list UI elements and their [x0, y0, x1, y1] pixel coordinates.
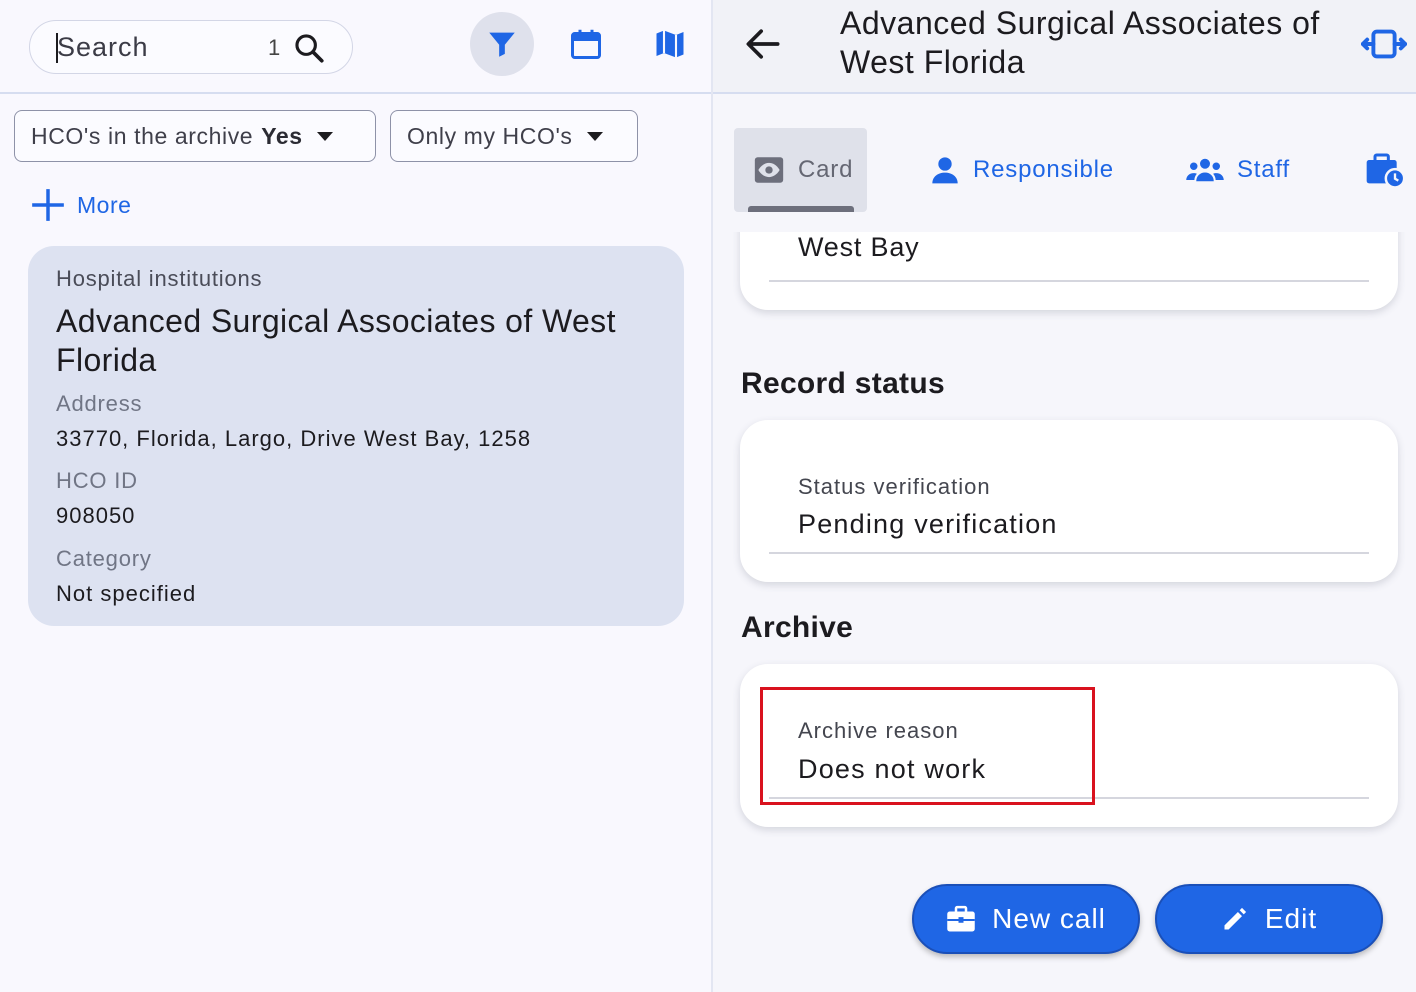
- detail-tabs: Card Responsible Staff: [713, 96, 1416, 232]
- back-arrow-icon[interactable]: [741, 22, 785, 66]
- address-label: Address: [56, 391, 143, 416]
- plus-icon: [32, 189, 64, 221]
- field-underline: [769, 552, 1369, 554]
- edit-label: Edit: [1264, 903, 1318, 934]
- hco-name: Advanced Surgical Associates of West Flo…: [56, 303, 616, 378]
- hco-id-label: HCO ID: [56, 468, 138, 493]
- my-hco-filter-dropdown[interactable]: Only my HCO's: [390, 110, 638, 162]
- list-pane: 1 HCO's in the archive Yes Only my HCO's…: [0, 0, 712, 992]
- filter-button[interactable]: [470, 12, 534, 76]
- list-header: 1: [0, 0, 712, 94]
- address-street-value: West Bay: [798, 232, 920, 262]
- address-value: 33770, Florida, Largo, Drive West Bay, 1…: [56, 426, 532, 451]
- filter-icon: [489, 32, 515, 57]
- archive-filter-value: Yes: [261, 122, 303, 149]
- search-icon[interactable]: [292, 31, 326, 65]
- tab-visits[interactable]: [1365, 128, 1416, 212]
- group-icon: [1186, 158, 1224, 182]
- dropdown-arrow-icon: [316, 131, 333, 141]
- tab-staff[interactable]: Staff: [1185, 128, 1290, 212]
- category-label: Category: [56, 546, 152, 571]
- briefcase-icon: [947, 905, 975, 932]
- detail-pane: Advanced Surgical Associates of West Flo…: [713, 0, 1416, 992]
- active-tab-indicator: [748, 206, 854, 212]
- pencil-icon: [1224, 907, 1246, 930]
- dropdown-arrow-icon: [586, 131, 603, 141]
- status-verification-label: Status verification: [798, 474, 991, 499]
- hco-type: Hospital institutions: [56, 266, 263, 291]
- category-value: Not specified: [56, 581, 197, 606]
- map-button[interactable]: [638, 12, 702, 76]
- text-caret: [56, 33, 58, 63]
- record-status-card: Status verification Pending verification: [740, 420, 1398, 582]
- hco-list-item[interactable]: Hospital institutions Advanced Surgical …: [28, 246, 684, 626]
- briefcase-clock-icon: [1366, 153, 1405, 189]
- more-filters-label: More: [77, 191, 132, 218]
- more-filters-button[interactable]: More: [29, 185, 131, 225]
- tab-staff-label: Staff: [1237, 156, 1290, 183]
- archive-title: Archive: [741, 611, 854, 644]
- search-input[interactable]: [57, 32, 257, 62]
- my-hco-filter-label: Only my HCO's: [407, 122, 573, 149]
- field-underline: [769, 280, 1369, 282]
- expand-icon[interactable]: [1361, 24, 1407, 64]
- person-icon: [932, 157, 958, 184]
- status-verification-value: Pending verification: [798, 509, 1058, 539]
- calendar-icon: [571, 29, 601, 59]
- new-call-button[interactable]: New call: [912, 884, 1140, 954]
- tab-card-label: Card: [798, 156, 854, 183]
- new-call-label: New call: [992, 903, 1106, 934]
- tab-responsible-label: Responsible: [973, 156, 1114, 183]
- archive-filter-dropdown[interactable]: HCO's in the archive Yes: [14, 110, 376, 162]
- edit-button[interactable]: Edit: [1155, 884, 1383, 954]
- calendar-button[interactable]: [554, 12, 618, 76]
- hco-id-value: 908050: [56, 503, 136, 528]
- highlight-annotation-box: [760, 687, 1095, 805]
- record-status-title: Record status: [741, 367, 945, 400]
- search-result-count: 1: [268, 35, 281, 60]
- detail-header: Advanced Surgical Associates of West Flo…: [713, 0, 1416, 94]
- eye-icon: [754, 157, 784, 183]
- detail-title: Advanced Surgical Associates of West Flo…: [840, 5, 1320, 80]
- archive-filter-label: HCO's in the archive: [31, 122, 254, 149]
- search-box[interactable]: 1: [29, 20, 353, 74]
- tab-responsible[interactable]: Responsible: [929, 128, 1114, 212]
- map-icon: [656, 30, 684, 58]
- tab-card[interactable]: Card: [734, 128, 867, 212]
